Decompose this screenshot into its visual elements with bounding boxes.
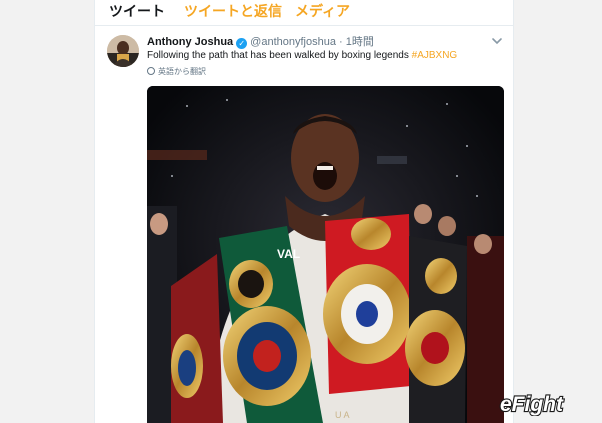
photo-boxer-with-belts: VAL U A xyxy=(147,86,504,423)
watermark-text: eFight xyxy=(500,393,564,416)
tweet[interactable]: Anthony Joshua ✓ @anthonyfjoshua · 1時間 Fol… xyxy=(95,26,513,423)
globe-icon xyxy=(147,67,155,75)
chevron-down-icon[interactable] xyxy=(491,35,503,47)
tab-media[interactable]: メディア xyxy=(295,2,350,20)
profile-tabs: ツイート ツイートと返信 メディア xyxy=(95,0,513,26)
profile-timeline: ツイート ツイートと返信 メディア Anthony Joshua ✓ @anthon… xyxy=(94,0,514,423)
translate-label: 英語から翻訳 xyxy=(158,67,206,76)
hashtag-link[interactable]: #AJBXNG xyxy=(412,50,458,61)
tab-tweets-and-replies[interactable]: ツイートと返信 xyxy=(184,2,282,20)
avatar-image xyxy=(107,35,139,67)
tweet-header: Anthony Joshua ✓ @anthonyfjoshua · 1時間 xyxy=(147,35,374,50)
tweet-text: Following the path that has been walked … xyxy=(147,49,457,63)
belt-text-ua: U A xyxy=(335,410,350,420)
tweet-photo[interactable]: VAL U A xyxy=(147,86,504,423)
tab-tweets[interactable]: ツイート xyxy=(109,2,165,20)
belt-text-val: VAL xyxy=(277,247,300,261)
separator: · xyxy=(339,36,343,48)
handle[interactable]: @anthonyfjoshua xyxy=(250,36,336,48)
efight-watermark-logo: eFight xyxy=(499,392,565,416)
display-name[interactable]: Anthony Joshua xyxy=(147,36,233,48)
verified-badge-icon: ✓ xyxy=(236,38,248,49)
timestamp[interactable]: 1時間 xyxy=(346,36,374,48)
translate-link[interactable]: 英語から翻訳 xyxy=(147,66,206,77)
tweet-body: Following the path that has been walked … xyxy=(147,50,409,61)
avatar[interactable] xyxy=(107,35,139,67)
